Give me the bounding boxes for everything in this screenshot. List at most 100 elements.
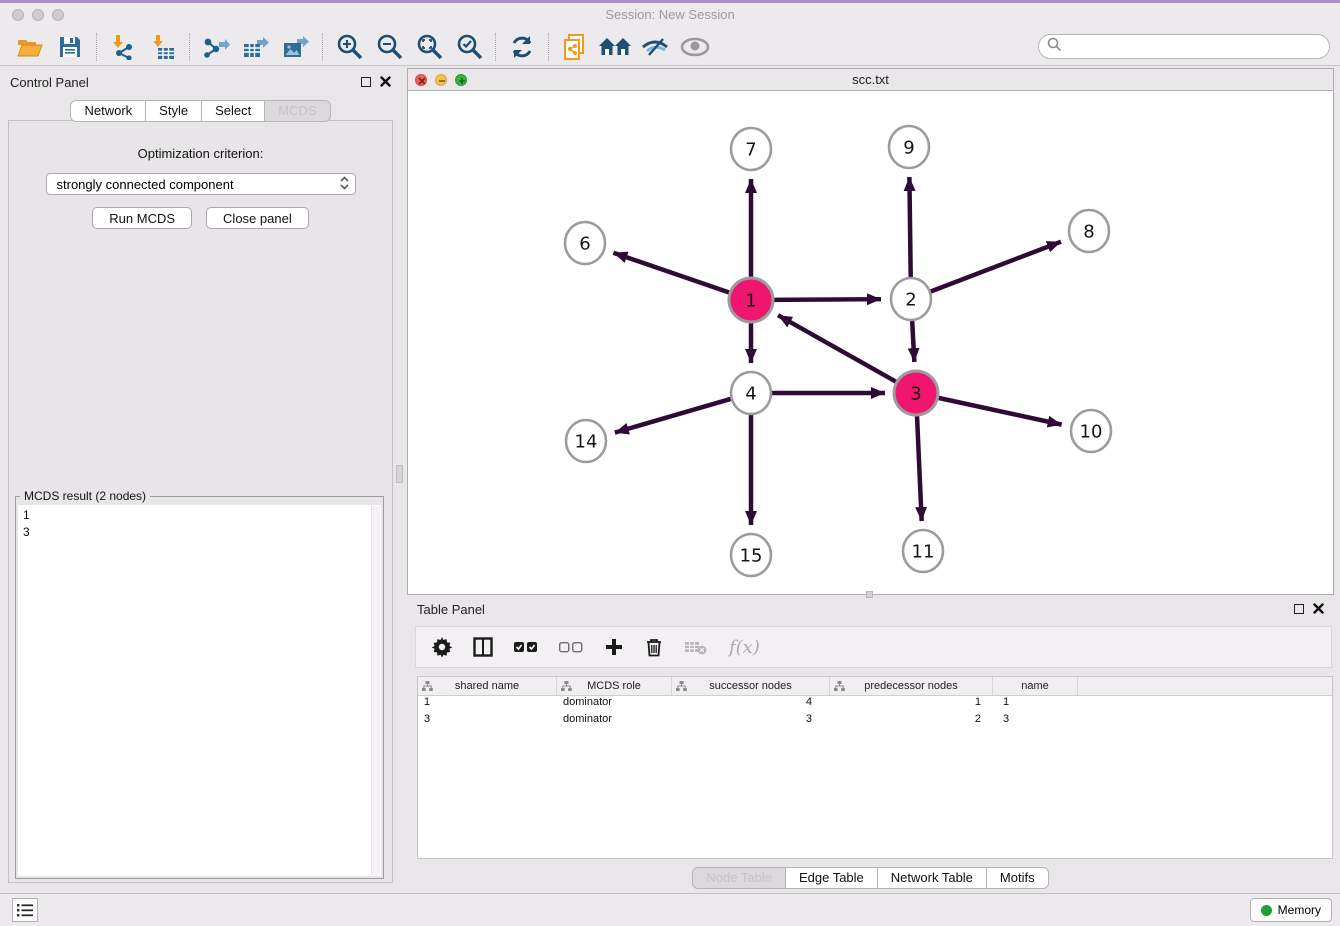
node-4[interactable]: 4 (731, 372, 771, 414)
deselect-all-icon[interactable] (559, 641, 583, 653)
table-cell[interactable]: 1 (418, 696, 557, 713)
close-panel-icon[interactable] (380, 76, 391, 87)
select-all-icon[interactable] (514, 641, 538, 653)
delete-column-icon[interactable] (645, 637, 663, 657)
import-network-icon[interactable] (103, 31, 143, 63)
status-bar: Memory (0, 893, 1340, 926)
edge-1-6[interactable] (613, 253, 732, 294)
table-cell[interactable]: 3 (418, 713, 557, 730)
tab-network[interactable]: Network (70, 100, 146, 122)
table-row[interactable]: 1dominator411 (418, 696, 1332, 713)
column-header-predecessor-nodes[interactable]: predecessor nodes (830, 677, 993, 695)
application-window: Session: New Session (0, 0, 1340, 926)
edge-3-11[interactable] (917, 413, 922, 521)
save-session-icon[interactable] (50, 31, 90, 63)
network-window-titlebar[interactable]: scc.txt (408, 69, 1333, 91)
network-canvas[interactable]: 1 2 3 4 6 7 8 9 10 11 14 15 (408, 91, 1333, 594)
edge-3-1[interactable] (778, 315, 899, 383)
zoom-fit-icon[interactable] (409, 31, 449, 63)
export-network-icon[interactable] (196, 31, 236, 63)
node-9[interactable]: 9 (889, 126, 929, 168)
tab-motifs[interactable]: Motifs (987, 867, 1049, 889)
table-cell[interactable]: 4 (672, 696, 830, 713)
close-table-panel-icon[interactable] (1313, 603, 1324, 614)
memory-button[interactable]: Memory (1250, 898, 1332, 922)
node-7[interactable]: 7 (731, 128, 771, 170)
close-panel-button[interactable]: Close panel (206, 207, 309, 229)
tab-select[interactable]: Select (202, 100, 265, 122)
table-cell[interactable]: 1 (830, 696, 993, 713)
apply-layout-icon[interactable] (502, 31, 542, 63)
edge-1-2[interactable] (771, 299, 881, 300)
zoom-selected-icon[interactable] (449, 31, 489, 63)
clone-network-icon[interactable] (555, 31, 595, 63)
export-image-icon[interactable] (276, 31, 316, 63)
control-panel-title: Control Panel (10, 75, 89, 90)
float-panel-icon[interactable] (361, 77, 371, 87)
node-table[interactable]: shared nameMCDS rolesuccessor nodesprede… (417, 676, 1333, 859)
tab-edge-table[interactable]: Edge Table (786, 867, 878, 889)
table-cell[interactable]: dominator (557, 696, 672, 713)
node-1[interactable]: 1 (729, 278, 773, 322)
tab-style[interactable]: Style (146, 100, 202, 122)
node-label-14: 14 (575, 431, 598, 452)
table-body[interactable]: 1dominator4113dominator323 (418, 696, 1332, 730)
edge-4-14[interactable] (615, 398, 733, 432)
edge-2-9[interactable] (909, 177, 910, 280)
table-row[interactable]: 3dominator323 (418, 713, 1332, 730)
import-table-icon[interactable] (143, 31, 183, 63)
tab-network-table[interactable]: Network Table (878, 867, 987, 889)
network-resize-handle[interactable] (866, 591, 873, 598)
add-column-icon[interactable] (604, 637, 624, 657)
mcds-result-box[interactable]: 1 3 (18, 505, 381, 876)
network-graph[interactable]: 1 2 3 4 6 7 8 9 10 11 14 15 (408, 91, 1333, 594)
column-header-shared-name[interactable]: shared name (418, 677, 557, 695)
export-table-icon[interactable] (236, 31, 276, 63)
node-8[interactable]: 8 (1069, 210, 1109, 252)
edge-2-8[interactable] (929, 242, 1061, 293)
column-header-name[interactable]: name (993, 677, 1078, 695)
table-header-row[interactable]: shared nameMCDS rolesuccessor nodesprede… (418, 677, 1332, 696)
panel-splitter-handle[interactable] (396, 465, 403, 483)
table-settings-icon[interactable] (432, 637, 452, 657)
tab-mcds[interactable]: MCDS (265, 100, 330, 122)
tab-node-table[interactable]: Node Table (692, 867, 786, 889)
table-cell[interactable]: 1 (993, 696, 1078, 713)
toolbar-separator (548, 33, 549, 61)
edge-2-3[interactable] (912, 318, 914, 362)
zoom-out-icon[interactable] (369, 31, 409, 63)
search-input[interactable] (1062, 37, 1329, 57)
float-table-panel-icon[interactable] (1294, 604, 1304, 614)
hide-panel-icon[interactable] (635, 31, 675, 63)
node-6[interactable]: 6 (565, 222, 605, 264)
criterion-select[interactable]: strongly connected component (46, 173, 356, 195)
task-history-button[interactable] (12, 898, 38, 922)
node-3[interactable]: 3 (894, 371, 938, 415)
table-cell[interactable]: 3 (672, 713, 830, 730)
edge-3-10[interactable] (936, 397, 1062, 424)
zoom-in-icon[interactable] (329, 31, 369, 63)
table-cell[interactable]: 3 (993, 713, 1078, 730)
window-titlebar: Session: New Session (0, 3, 1340, 28)
node-14[interactable]: 14 (566, 420, 606, 462)
home-icon[interactable] (595, 31, 635, 63)
result-scrollbar[interactable] (371, 506, 380, 875)
node-2[interactable]: 2 (891, 278, 931, 320)
column-header-MCDS-role[interactable]: MCDS role (557, 677, 672, 695)
node-15[interactable]: 15 (731, 534, 771, 576)
search-field[interactable] (1038, 34, 1330, 59)
table-cell[interactable]: 2 (830, 713, 993, 730)
function-builder-icon[interactable]: f(x) (729, 637, 760, 658)
node-10[interactable]: 10 (1071, 410, 1111, 452)
open-session-icon[interactable] (10, 31, 50, 63)
node-label-7: 7 (745, 139, 756, 160)
workspace: Control Panel Network Style Select MCDS … (0, 66, 1340, 896)
split-view-icon[interactable] (473, 637, 493, 657)
column-header-successor-nodes[interactable]: successor nodes (672, 677, 830, 695)
node-11[interactable]: 11 (903, 530, 943, 572)
show-eye-icon[interactable] (675, 31, 715, 63)
table-cell[interactable]: dominator (557, 713, 672, 730)
run-mcds-button[interactable]: Run MCDS (92, 207, 192, 229)
delete-table-icon[interactable] (684, 639, 708, 655)
mcds-result-title: MCDS result (2 nodes) (20, 489, 150, 503)
